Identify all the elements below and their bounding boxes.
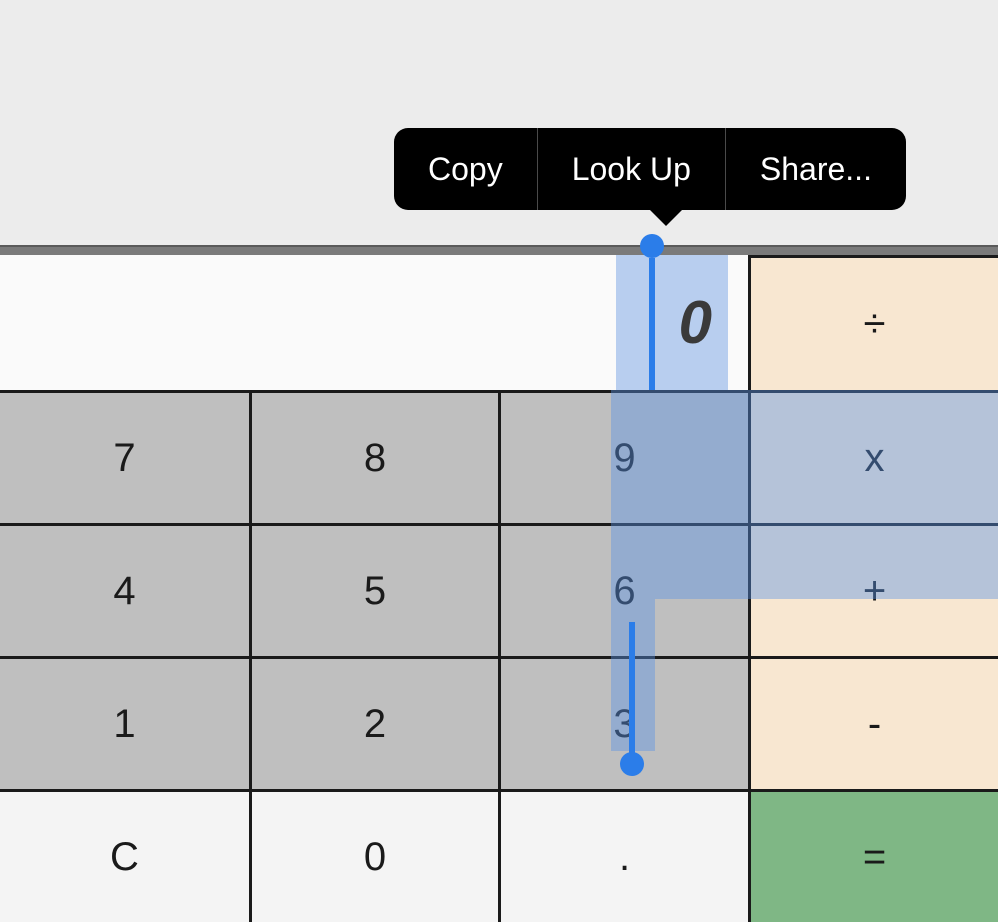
digit-7-button[interactable]: 7 [0, 390, 249, 523]
text-selection-context-menu: Copy Look Up Share... [394, 128, 906, 210]
digit-2-button[interactable]: 2 [249, 656, 498, 789]
digit-4-button[interactable]: 4 [0, 523, 249, 656]
multiply-button[interactable]: x [748, 390, 998, 523]
display-value: 0 [679, 288, 712, 357]
callout-arrow-icon [648, 208, 684, 226]
lookup-menu-item[interactable]: Look Up [538, 128, 725, 210]
share-menu-item[interactable]: Share... [726, 128, 906, 210]
equals-button[interactable]: = [748, 789, 998, 922]
plus-button[interactable]: + [748, 523, 998, 656]
digit-6-button[interactable]: 6 [498, 523, 748, 656]
minus-button[interactable]: - [748, 656, 998, 789]
selection-handle-end[interactable] [620, 752, 644, 776]
selection-caret-line [629, 622, 635, 756]
calculator-keypad: 7 8 9 x 4 5 6 + 1 2 3 - C 0 . = [0, 390, 998, 922]
selection-caret-line [649, 258, 655, 390]
calculator-top-divider [0, 245, 998, 255]
selection-handle-start[interactable] [640, 234, 664, 258]
digit-9-button[interactable]: 9 [498, 390, 748, 523]
digit-1-button[interactable]: 1 [0, 656, 249, 789]
calculator-display-row: 0 ÷ [0, 255, 998, 390]
divide-button[interactable]: ÷ [748, 255, 998, 390]
copy-menu-item[interactable]: Copy [394, 128, 537, 210]
calculator-display[interactable]: 0 [0, 255, 748, 390]
clear-button[interactable]: C [0, 789, 249, 922]
digit-8-button[interactable]: 8 [249, 390, 498, 523]
digit-5-button[interactable]: 5 [249, 523, 498, 656]
decimal-point-button[interactable]: . [498, 789, 748, 922]
digit-0-button[interactable]: 0 [249, 789, 498, 922]
